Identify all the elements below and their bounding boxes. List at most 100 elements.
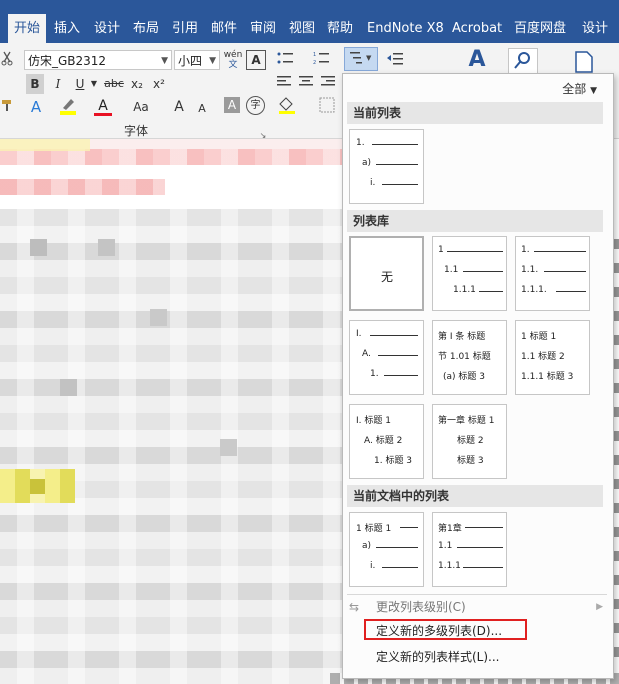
level-label: 1. <box>370 369 379 379</box>
list-heading-roman[interactable]: I. 标题 1 A. 标题 2 1. 标题 3 <box>349 404 424 479</box>
bold-button[interactable]: B <box>26 74 44 94</box>
level-line <box>384 375 418 376</box>
list-none[interactable]: 无 <box>349 236 424 311</box>
list-numeric-dot[interactable]: 1. 1.1. 1.1.1. <box>515 236 590 311</box>
acrobat-icon[interactable] <box>572 50 596 74</box>
multilevel-list-button[interactable]: ▼ <box>344 47 378 71</box>
font-size-value: 小四 <box>178 54 203 68</box>
cut-icon[interactable] <box>0 50 14 70</box>
superscript-button[interactable]: x² <box>150 74 168 94</box>
level-label: 1.1.1 <box>453 285 476 295</box>
indent-arrows-icon: ⇆ <box>349 600 360 614</box>
level-label: 节 1.01 标题 <box>438 352 491 362</box>
bullets-icon[interactable] <box>276 50 294 72</box>
underline-button[interactable]: U <box>72 74 88 94</box>
format-painter-icon[interactable] <box>0 98 14 116</box>
strikethrough-button[interactable]: abc <box>103 74 125 94</box>
level-label: 1.1. <box>521 265 539 275</box>
list-heading-numeric[interactable]: 1 标题 1 1.1 标题 2 1.1.1 标题 3 <box>515 320 590 395</box>
tab-home[interactable]: 开始 <box>8 14 47 43</box>
italic-button[interactable]: I <box>50 74 66 94</box>
level-line <box>479 291 503 292</box>
level-label: I. 标题 1 <box>356 416 391 426</box>
char-shading-button[interactable]: A <box>224 97 240 113</box>
shading-bucket-icon[interactable] <box>276 96 302 120</box>
level-line <box>400 527 418 528</box>
tab-acrobat[interactable]: Acrobat <box>446 14 508 43</box>
level-label: 标题 3 <box>457 456 484 466</box>
list-current[interactable]: 1. a) i. <box>349 129 424 204</box>
level-line <box>372 144 418 145</box>
tab-review[interactable]: 审阅 <box>244 14 282 43</box>
tab-insert[interactable]: 插入 <box>48 14 86 43</box>
numbering-icon[interactable]: 12 <box>312 50 330 72</box>
chevron-right-icon: ▶ <box>596 602 603 612</box>
tab-mailings[interactable]: 邮件 <box>205 14 243 43</box>
char-border-button[interactable]: A <box>246 50 266 70</box>
svg-text:▼: ▼ <box>366 54 372 62</box>
level-label: a) <box>362 158 372 168</box>
tab-view[interactable]: 视图 <box>283 14 321 43</box>
level-label: A. 标题 2 <box>364 436 403 446</box>
level-label: 1 标题 1 <box>356 524 392 534</box>
filter-all-button[interactable]: 全部 ▼ <box>562 80 597 97</box>
multilevel-list-dropdown: 全部 ▼ 当前列表 1. a) i. 列表库 无 1 1.1 1.1.1 1. … <box>342 73 614 679</box>
highlight-color-icon[interactable] <box>58 96 78 116</box>
align-right-icon[interactable] <box>320 74 338 94</box>
font-color-icon[interactable]: A <box>94 96 112 116</box>
level-line <box>382 567 418 568</box>
tab-table-design[interactable]: 设计 <box>576 14 614 43</box>
level-line <box>465 527 503 528</box>
tab-references[interactable]: 引用 <box>166 14 204 43</box>
level-label: (a) 标题 3 <box>443 372 485 382</box>
align-left-icon[interactable] <box>276 74 294 94</box>
list-chapter[interactable]: 第一章 标题 1 标题 2 标题 3 <box>432 404 507 479</box>
text-effects-icon[interactable]: A <box>28 97 44 117</box>
level-label: 第 Ⅰ 条 标题 <box>438 332 486 342</box>
level-label: 第1章 <box>438 524 462 534</box>
section-doc-lists: 当前文档中的列表 <box>347 485 603 507</box>
tab-layout[interactable]: 布局 <box>127 14 165 43</box>
list-article-section[interactable]: 第 Ⅰ 条 标题 节 1.01 标题 (a) 标题 3 <box>432 320 507 395</box>
level-label: 1.1 标题 2 <box>521 352 565 362</box>
level-label: 1. <box>521 245 530 255</box>
level-label: i. <box>370 561 376 571</box>
enclose-chars-button[interactable]: 字 <box>246 96 265 115</box>
shrink-font-button[interactable]: A <box>196 99 208 119</box>
level-line <box>457 547 503 548</box>
level-label: A. <box>362 349 371 359</box>
change-case-button[interactable]: Aa <box>128 97 154 117</box>
tab-help[interactable]: 帮助 <box>321 14 359 43</box>
tab-design[interactable]: 设计 <box>88 14 126 43</box>
font-name-value: 仿宋_GB2312 <box>28 54 107 68</box>
tab-baidu-netdisk[interactable]: 百度网盘 <box>508 14 572 43</box>
level-label: 1.1.1. <box>521 285 547 295</box>
find-search-icon[interactable] <box>508 48 538 76</box>
list-numeric[interactable]: 1 1.1 1.1.1 <box>432 236 507 311</box>
list-doc-b[interactable]: 第1章 1.1 1.1.1 <box>432 512 507 587</box>
grow-font-button[interactable]: A <box>172 97 186 117</box>
none-label: 无 <box>381 270 394 284</box>
list-roman[interactable]: I. A. 1. <box>349 320 424 395</box>
tab-endnote[interactable]: EndNote X8 <box>361 14 450 43</box>
chevron-down-icon[interactable]: ▼ <box>90 74 98 94</box>
level-line <box>376 164 418 165</box>
subscript-button[interactable]: x₂ <box>128 74 146 94</box>
level-line <box>376 547 418 548</box>
phonetic-guide-button[interactable]: wén 文 <box>223 50 243 70</box>
level-label: 标题 2 <box>457 436 484 446</box>
font-name-combo[interactable]: 仿宋_GB2312 ▼ <box>24 50 172 70</box>
level-label: 1 标题 1 <box>521 332 557 342</box>
list-doc-a[interactable]: 1 标题 1 a) i. <box>349 512 424 587</box>
decrease-indent-icon[interactable] <box>386 50 404 72</box>
borders-icon[interactable] <box>316 96 338 120</box>
level-label: 1.1.1 <box>438 561 461 571</box>
menu-define-new-list-style[interactable]: 定义新的列表样式(L)... <box>343 645 611 669</box>
font-size-combo[interactable]: 小四 ▼ <box>174 50 220 70</box>
align-center-icon[interactable] <box>298 74 316 94</box>
level-label: 第一章 标题 1 <box>438 416 495 426</box>
level-line <box>378 355 418 356</box>
define-list-style-label: 定义新的列表样式(L)... <box>376 650 500 664</box>
svg-text:1: 1 <box>313 52 316 58</box>
level-label: 1. <box>356 138 365 148</box>
